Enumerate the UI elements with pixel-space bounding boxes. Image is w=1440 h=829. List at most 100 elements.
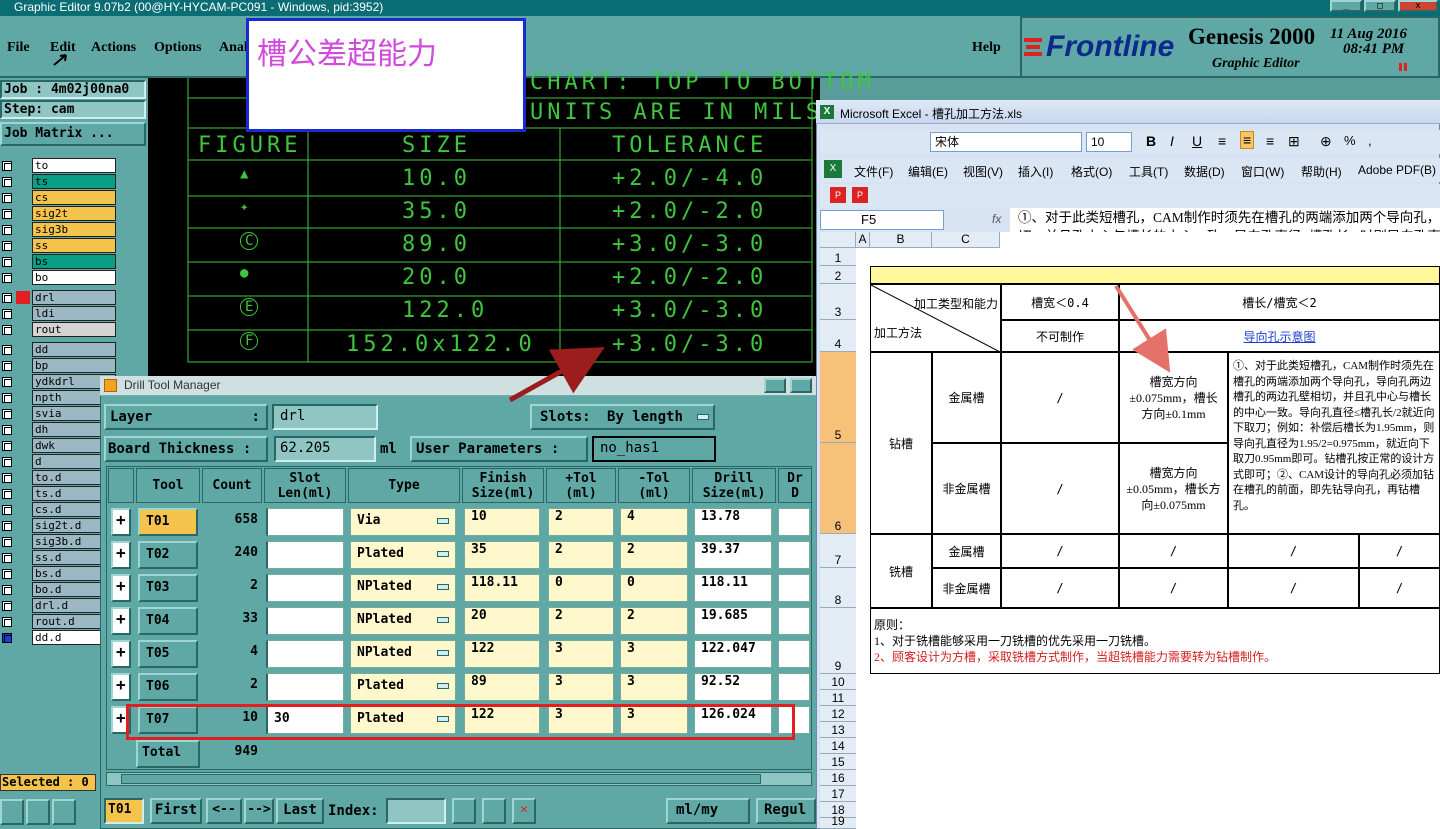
layer-checkbox[interactable] xyxy=(2,209,12,219)
maximize-icon[interactable]: □ xyxy=(1364,0,1396,12)
layer-swatch[interactable] xyxy=(16,343,30,356)
units-menu[interactable]: ml/my xyxy=(666,798,750,824)
minus-tol-T01[interactable]: 4 xyxy=(620,508,688,536)
row-header-12[interactable]: 12 xyxy=(820,706,856,722)
first-button[interactable]: First xyxy=(150,798,202,824)
layer-swatch[interactable] xyxy=(16,323,30,336)
drill-size-T03[interactable]: 118.11 xyxy=(694,574,772,602)
pdf-mail-icon[interactable]: P xyxy=(852,187,868,203)
layer-name[interactable]: sig3b xyxy=(32,222,116,237)
row-header-7[interactable]: 7 xyxy=(820,534,856,568)
excel-menu-2[interactable]: 视图(V) xyxy=(963,163,1003,180)
scrollbar-thumb[interactable] xyxy=(121,774,761,784)
layer-swatch[interactable] xyxy=(16,239,30,252)
minus-tol-T04[interactable]: 2 xyxy=(620,607,688,635)
layer-swatch[interactable] xyxy=(16,423,30,436)
select-all[interactable] xyxy=(820,232,856,248)
layer-checkbox[interactable] xyxy=(2,309,12,319)
layer-row-cs[interactable]: cs xyxy=(0,190,118,205)
font-name-select[interactable]: 宋体 xyxy=(930,132,1082,152)
row-header-14[interactable]: 14 xyxy=(820,738,856,754)
layer-checkbox[interactable] xyxy=(2,601,12,611)
layer-checkbox[interactable] xyxy=(2,457,12,467)
layer-swatch[interactable] xyxy=(16,191,30,204)
layer-name[interactable]: ts xyxy=(32,174,116,189)
board-thickness-field[interactable]: 62.205 xyxy=(274,436,376,462)
percent-icon[interactable]: % xyxy=(1344,133,1356,148)
currency-icon[interactable]: ⊕ xyxy=(1320,133,1332,150)
layer-swatch[interactable] xyxy=(16,439,30,452)
layer-row-dd[interactable]: dd xyxy=(0,342,118,357)
italic-icon[interactable]: I xyxy=(1170,133,1174,149)
index-field[interactable] xyxy=(386,798,446,824)
excel-menu-5[interactable]: 工具(T) xyxy=(1129,163,1168,180)
expand-row-icon[interactable]: + xyxy=(111,541,131,569)
plus-tol-T02[interactable]: 2 xyxy=(548,541,614,569)
layer-name[interactable]: rout xyxy=(32,322,116,337)
type-T06[interactable]: Plated xyxy=(350,673,456,701)
layer-swatch[interactable] xyxy=(16,391,30,404)
align-left-icon[interactable]: ≡ xyxy=(1218,133,1226,149)
layer-swatch[interactable] xyxy=(16,471,30,484)
layer-checkbox[interactable] xyxy=(2,441,12,451)
layer-swatch[interactable] xyxy=(16,291,30,304)
finish-size-T03[interactable]: 118.11 xyxy=(464,574,540,602)
col-header-a[interactable]: A xyxy=(856,232,870,248)
drill-size-T01[interactable]: 13.78 xyxy=(694,508,772,536)
expand-row-icon[interactable]: + xyxy=(111,640,131,668)
layer-name[interactable]: dd xyxy=(32,342,116,357)
layer-swatch[interactable] xyxy=(16,207,30,220)
excel-menu-6[interactable]: 数据(D) xyxy=(1184,163,1225,180)
minimize-icon[interactable]: _ xyxy=(1330,0,1362,12)
layer-checkbox[interactable] xyxy=(2,473,12,483)
minus-tol-T06[interactable]: 3 xyxy=(620,673,688,701)
drill-d-T05[interactable] xyxy=(778,640,810,668)
layer-checkbox[interactable] xyxy=(2,225,12,235)
layer-swatch[interactable] xyxy=(16,583,30,596)
minus-tol-T03[interactable]: 0 xyxy=(620,574,688,602)
tool-T02[interactable]: T02 xyxy=(138,541,198,569)
layer-name[interactable]: to xyxy=(32,158,116,173)
layer-checkbox[interactable] xyxy=(2,633,12,643)
zoom-tool-icon[interactable] xyxy=(26,799,50,825)
excel-menu-8[interactable]: 帮助(H) xyxy=(1301,163,1342,180)
layer-checkbox[interactable] xyxy=(2,161,12,171)
fx-icon[interactable]: fx xyxy=(992,212,1001,226)
layer-checkbox[interactable] xyxy=(2,537,12,547)
row-header-8[interactable]: 8 xyxy=(820,568,856,608)
tool-T03[interactable]: T03 xyxy=(138,574,198,602)
excel-menu-0[interactable]: 文件(F) xyxy=(854,163,893,180)
layer-swatch[interactable] xyxy=(16,551,30,564)
layer-swatch[interactable] xyxy=(16,407,30,420)
drill-size-T05[interactable]: 122.047 xyxy=(694,640,772,668)
layer-swatch[interactable] xyxy=(16,503,30,516)
type-T02[interactable]: Plated xyxy=(350,541,456,569)
expand-row-icon[interactable]: + xyxy=(111,607,131,635)
layer-name[interactable]: bo xyxy=(32,270,116,285)
user-params-button[interactable]: User Parameters : xyxy=(410,436,588,462)
minus-tol-T02[interactable]: 2 xyxy=(620,541,688,569)
layer-checkbox[interactable] xyxy=(2,505,12,515)
finish-size-T05[interactable]: 122 xyxy=(464,640,540,668)
layer-checkbox[interactable] xyxy=(2,569,12,579)
expand-row-icon[interactable]: + xyxy=(111,673,131,701)
slot-len-T02[interactable] xyxy=(266,541,344,569)
row-header-13[interactable]: 13 xyxy=(820,722,856,738)
layer-row-bp[interactable]: bp xyxy=(0,358,118,373)
slot-len-T01[interactable] xyxy=(266,508,344,536)
expand-row-icon[interactable]: + xyxy=(111,574,131,602)
layer-checkbox[interactable] xyxy=(2,617,12,627)
layer-name[interactable]: drl xyxy=(32,290,116,305)
layer-checkbox[interactable] xyxy=(2,257,12,267)
layer-swatch[interactable] xyxy=(16,159,30,172)
row-header-11[interactable]: 11 xyxy=(820,690,856,706)
menu-options[interactable]: Options xyxy=(154,40,201,56)
grid-tool-icon[interactable] xyxy=(52,799,76,825)
row-header-19[interactable]: 19 xyxy=(820,814,856,829)
drill-d-T04[interactable] xyxy=(778,607,810,635)
layer-checkbox[interactable] xyxy=(2,393,12,403)
layer-swatch[interactable] xyxy=(16,487,30,500)
row-header-9[interactable]: 9 xyxy=(820,608,856,674)
next-button[interactable]: --> xyxy=(244,798,274,824)
layer-swatch[interactable] xyxy=(16,359,30,372)
